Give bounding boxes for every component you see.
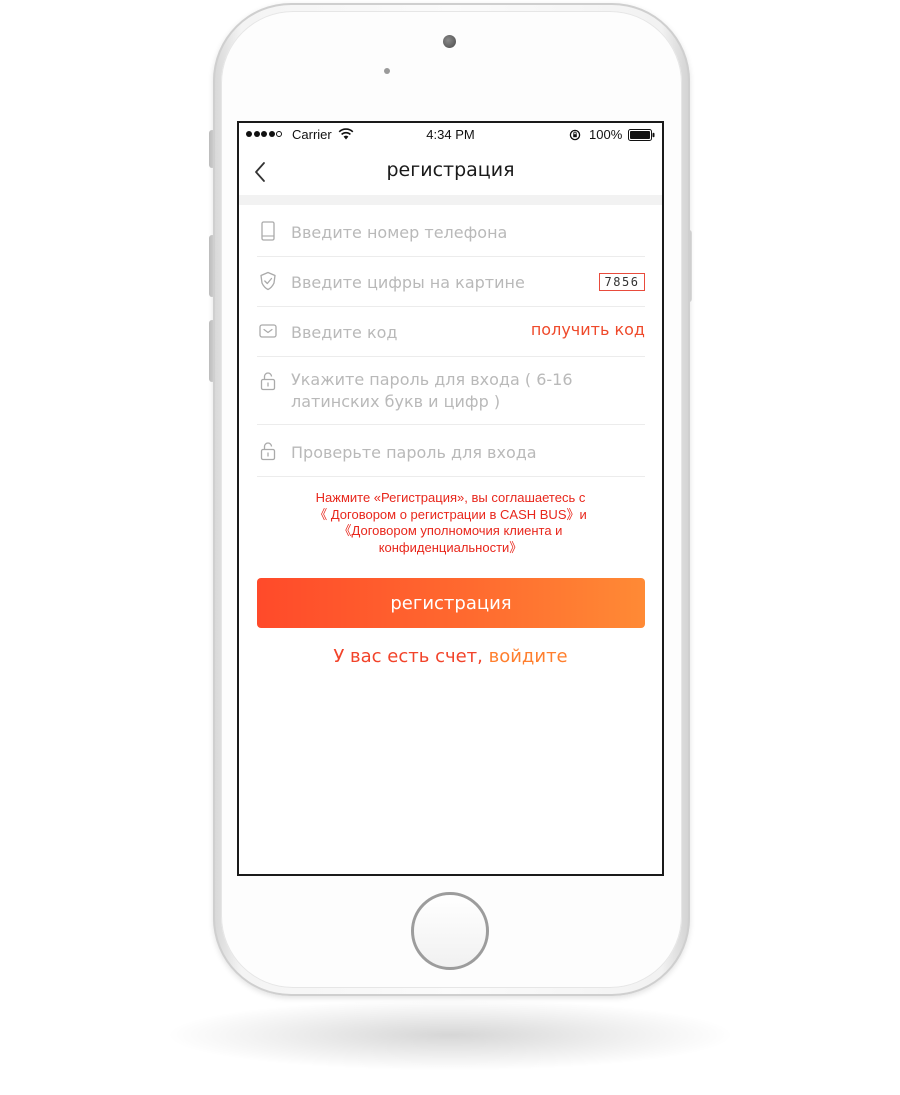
sms-code-input[interactable] [291,321,511,343]
captcha-input[interactable] [291,271,551,293]
password-input[interactable] [291,369,611,417]
agreement-notice: Нажмите «Регистрация», вы соглашаетесь с… [259,490,642,556]
lock-icon [260,372,276,391]
sms-code-row: получить код [257,307,645,357]
registration-agreement-link[interactable]: 《 Договором о регистрации в CASH BUS》и [259,507,642,524]
agreement-line: Нажмите «Регистрация», вы соглашаетесь с [315,490,586,505]
message-code-icon [259,324,277,338]
app-screen: Carrier 4:34 PM 100% регистрация Введите… [237,121,664,876]
shield-check-icon [260,271,276,291]
password-confirm-input[interactable] [291,441,551,463]
battery-percent: 100% [589,127,623,142]
login-link[interactable]: войдите [483,646,568,667]
navigation-bar: регистрация [239,147,662,195]
page-title: регистрация [386,159,515,181]
rotation-lock-icon [569,129,581,141]
lock-icon [260,442,276,461]
password-row [257,357,645,425]
captcha-image[interactable]: 7856 [599,273,645,291]
phone-shadow [170,1000,730,1070]
password-confirm-row [257,425,645,477]
login-prompt: У вас есть счет, войдите [239,646,662,667]
login-question: У вас есть счет, [333,646,483,667]
privacy-agreement-link-cont[interactable]: конфиденциальности》 [259,540,642,557]
privacy-agreement-link[interactable]: 《Договором уполномочия клиента и [259,523,642,540]
battery-icon [628,129,655,141]
mockup-stage: Carrier 4:34 PM 100% регистрация Введите… [0,0,900,1095]
proximity-sensor [384,68,390,74]
phone-input[interactable] [291,221,551,243]
get-code-button[interactable]: получить код [531,320,645,339]
header-divider [239,195,662,205]
register-button[interactable]: регистрация [257,578,645,628]
captcha-row: 7856 [257,257,645,307]
phone-icon [261,221,275,241]
front-camera-icon [443,35,456,48]
status-bar: Carrier 4:34 PM 100% [239,123,662,147]
phone-row [257,207,645,257]
home-button[interactable] [411,892,489,970]
